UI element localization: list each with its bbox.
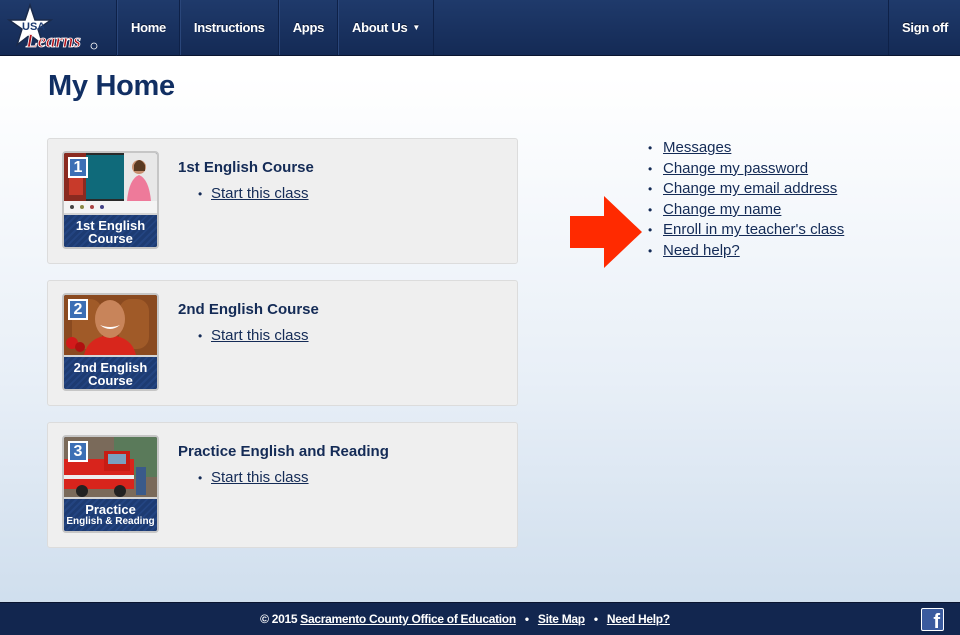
list-item: • Messages bbox=[648, 138, 844, 159]
thumb-caption: 2nd English Course bbox=[64, 355, 157, 389]
course-title: 2nd English Course bbox=[178, 301, 319, 318]
top-navbar: USA Learns Home Instructions Apps About … bbox=[0, 0, 960, 56]
logo-learns-text: Learns bbox=[25, 31, 81, 52]
bullet: • bbox=[648, 161, 653, 176]
bullet: • bbox=[198, 471, 203, 485]
nav-apps[interactable]: Apps bbox=[278, 0, 339, 55]
course-number-badge: 2 bbox=[68, 299, 88, 320]
thumb-caption: 1st English Course bbox=[64, 213, 157, 247]
nav-about-us-dropdown[interactable]: About Us ▼ bbox=[338, 0, 435, 55]
course-title: 1st English Course bbox=[178, 159, 314, 176]
thumb-caption-line2: Course bbox=[88, 373, 133, 388]
enroll-teacher-class-link[interactable]: Enroll in my teacher's class bbox=[663, 221, 844, 238]
list-item: • Change my name bbox=[648, 200, 844, 221]
messages-link[interactable]: Messages bbox=[663, 139, 731, 156]
course-card: 1 1st English Course 1st English Course … bbox=[47, 138, 518, 264]
usa-learns-logo[interactable]: USA Learns bbox=[0, 0, 117, 56]
list-item: • Change my email address bbox=[648, 179, 844, 200]
nav-instructions[interactable]: Instructions bbox=[179, 0, 279, 55]
need-help-link[interactable]: Need help? bbox=[663, 242, 740, 259]
red-arrow-icon bbox=[570, 196, 642, 268]
course-thumbnail[interactable]: 3 Practice English & Reading bbox=[62, 435, 159, 533]
nav-apps-label: Apps bbox=[292, 20, 325, 35]
bullet: • bbox=[648, 243, 653, 258]
nav-home[interactable]: Home bbox=[117, 0, 180, 55]
bullet: • bbox=[648, 182, 653, 197]
sign-off-label: Sign off bbox=[902, 20, 948, 35]
thumb-caption-line2: Course bbox=[88, 231, 133, 246]
bullet: • bbox=[198, 329, 203, 343]
course-link-row: • Start this class bbox=[198, 185, 309, 202]
bullet: • bbox=[648, 141, 653, 155]
separator: • bbox=[524, 612, 529, 626]
separator: • bbox=[593, 612, 598, 626]
start-class-link[interactable]: Start this class bbox=[211, 185, 309, 202]
copyright-text: © 2015 bbox=[260, 612, 298, 626]
sign-off-button[interactable]: Sign off bbox=[888, 0, 960, 55]
thumb-caption-line1: Practice bbox=[85, 502, 136, 517]
facebook-icon[interactable]: f bbox=[921, 608, 944, 631]
footer: © 2015 Sacramento County Office of Educa… bbox=[0, 602, 960, 635]
bullet: • bbox=[198, 187, 203, 201]
change-password-link[interactable]: Change my password bbox=[663, 160, 808, 177]
change-name-link[interactable]: Change my name bbox=[663, 201, 781, 218]
account-links-list: • Messages • Change my password • Change my… bbox=[648, 138, 844, 262]
footer-text: © 2015 Sacramento County Office of Educa… bbox=[0, 612, 930, 626]
start-class-link[interactable]: Start this class bbox=[211, 327, 309, 344]
page-title: My Home bbox=[48, 70, 175, 102]
list-item: • Change my password bbox=[648, 159, 844, 180]
course-card: 3 Practice English & Reading Practice En… bbox=[47, 422, 518, 548]
start-class-link[interactable]: Start this class bbox=[211, 469, 309, 486]
course-card: 2 2nd English Course 2nd English Course … bbox=[47, 280, 518, 406]
course-link-row: • Start this class bbox=[198, 327, 309, 344]
bullet: • bbox=[648, 202, 653, 217]
course-link-row: • Start this class bbox=[198, 469, 309, 486]
nav-instructions-label: Instructions bbox=[193, 20, 265, 35]
nav-home-label: Home bbox=[131, 20, 166, 35]
bullet: • bbox=[648, 223, 653, 238]
star-logo-icon: USA Learns bbox=[6, 3, 98, 52]
nav-about-us-label: About Us bbox=[352, 20, 408, 35]
course-title: Practice English and Reading bbox=[178, 443, 389, 460]
course-thumbnail[interactable]: 2 2nd English Course bbox=[62, 293, 159, 391]
list-item: • Enroll in my teacher's class bbox=[648, 220, 844, 241]
site-map-link[interactable]: Site Map bbox=[538, 612, 585, 626]
sacramento-county-link[interactable]: Sacramento County Office of Education bbox=[300, 612, 516, 626]
thumb-caption: Practice English & Reading bbox=[64, 497, 157, 531]
course-thumbnail[interactable]: 1 1st English Course bbox=[62, 151, 159, 249]
footer-need-help-link[interactable]: Need Help? bbox=[607, 612, 670, 626]
course-number-badge: 3 bbox=[68, 441, 88, 462]
change-email-link[interactable]: Change my email address bbox=[663, 180, 837, 197]
course-number-badge: 1 bbox=[68, 157, 88, 178]
caret-down-icon: ▼ bbox=[412, 23, 421, 32]
thumb-caption-line2: English & Reading bbox=[66, 516, 155, 527]
list-item: • Need help? bbox=[648, 241, 844, 262]
